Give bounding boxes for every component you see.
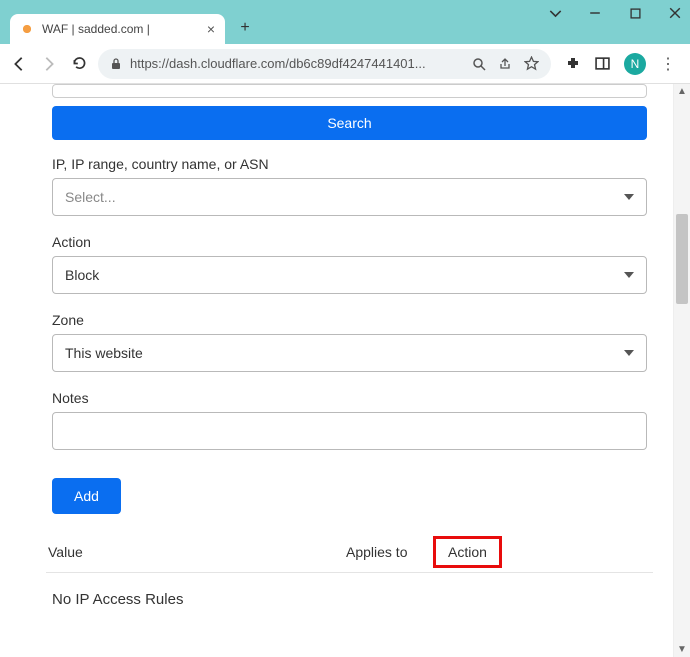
browser-tab[interactable]: WAF | sadded.com | × bbox=[10, 14, 225, 44]
zone-select[interactable]: This website bbox=[52, 334, 647, 372]
chevron-down-icon bbox=[624, 350, 634, 356]
minimize-icon[interactable] bbox=[588, 6, 602, 20]
address-bar[interactable]: https://dash.cloudflare.com/db6c89df4247… bbox=[98, 49, 551, 79]
zone-select-value: This website bbox=[65, 345, 143, 361]
scroll-up-icon[interactable]: ▲ bbox=[677, 86, 687, 97]
table-header: Value Applies to Action bbox=[46, 540, 653, 573]
action-select[interactable]: Block bbox=[52, 256, 647, 294]
tab-title: WAF | sadded.com | bbox=[42, 22, 150, 36]
chevron-down-icon[interactable] bbox=[548, 6, 562, 20]
zone-label: Zone bbox=[52, 312, 653, 328]
search-input-partial[interactable] bbox=[52, 84, 647, 98]
menu-icon[interactable]: ⋮ bbox=[660, 54, 676, 74]
browser-toolbar: https://dash.cloudflare.com/db6c89df4247… bbox=[0, 44, 690, 84]
col-value: Value bbox=[46, 544, 346, 560]
ip-select[interactable]: Select... bbox=[52, 178, 647, 216]
forward-button[interactable] bbox=[38, 53, 60, 75]
action-label: Action bbox=[52, 234, 653, 250]
scroll-down-icon[interactable]: ▼ bbox=[677, 644, 687, 655]
col-applies-to: Applies to bbox=[346, 544, 441, 560]
chevron-down-icon bbox=[624, 194, 634, 200]
scrollbar-track[interactable]: ▲ ▼ bbox=[674, 84, 690, 657]
empty-state: No IP Access Rules bbox=[46, 573, 653, 626]
notes-label: Notes bbox=[52, 390, 653, 406]
cloudflare-favicon bbox=[20, 22, 34, 36]
action-select-value: Block bbox=[65, 267, 99, 283]
bookmark-star-icon[interactable] bbox=[524, 56, 539, 71]
add-button[interactable]: Add bbox=[52, 478, 121, 514]
ip-label: IP, IP range, country name, or ASN bbox=[52, 156, 653, 172]
maximize-icon[interactable] bbox=[628, 6, 642, 20]
profile-avatar[interactable]: N bbox=[624, 53, 646, 75]
close-tab-icon[interactable]: × bbox=[207, 21, 215, 37]
sidepanel-icon[interactable] bbox=[595, 56, 610, 71]
col-action-highlighted: Action bbox=[433, 536, 502, 568]
search-button[interactable]: Search bbox=[52, 106, 647, 140]
reload-button[interactable] bbox=[68, 53, 90, 75]
lock-icon bbox=[110, 57, 122, 70]
scrollbar-thumb[interactable] bbox=[676, 214, 688, 304]
notes-input[interactable] bbox=[52, 412, 647, 450]
search-icon[interactable] bbox=[472, 57, 486, 71]
ip-select-value: Select... bbox=[65, 189, 116, 205]
extensions-icon[interactable] bbox=[565, 56, 581, 72]
chevron-down-icon bbox=[624, 272, 634, 278]
back-button[interactable] bbox=[8, 53, 30, 75]
url-text: https://dash.cloudflare.com/db6c89df4247… bbox=[130, 56, 464, 71]
share-icon[interactable] bbox=[498, 57, 512, 71]
close-window-icon[interactable] bbox=[668, 6, 682, 20]
new-tab-button[interactable]: + bbox=[231, 14, 259, 42]
